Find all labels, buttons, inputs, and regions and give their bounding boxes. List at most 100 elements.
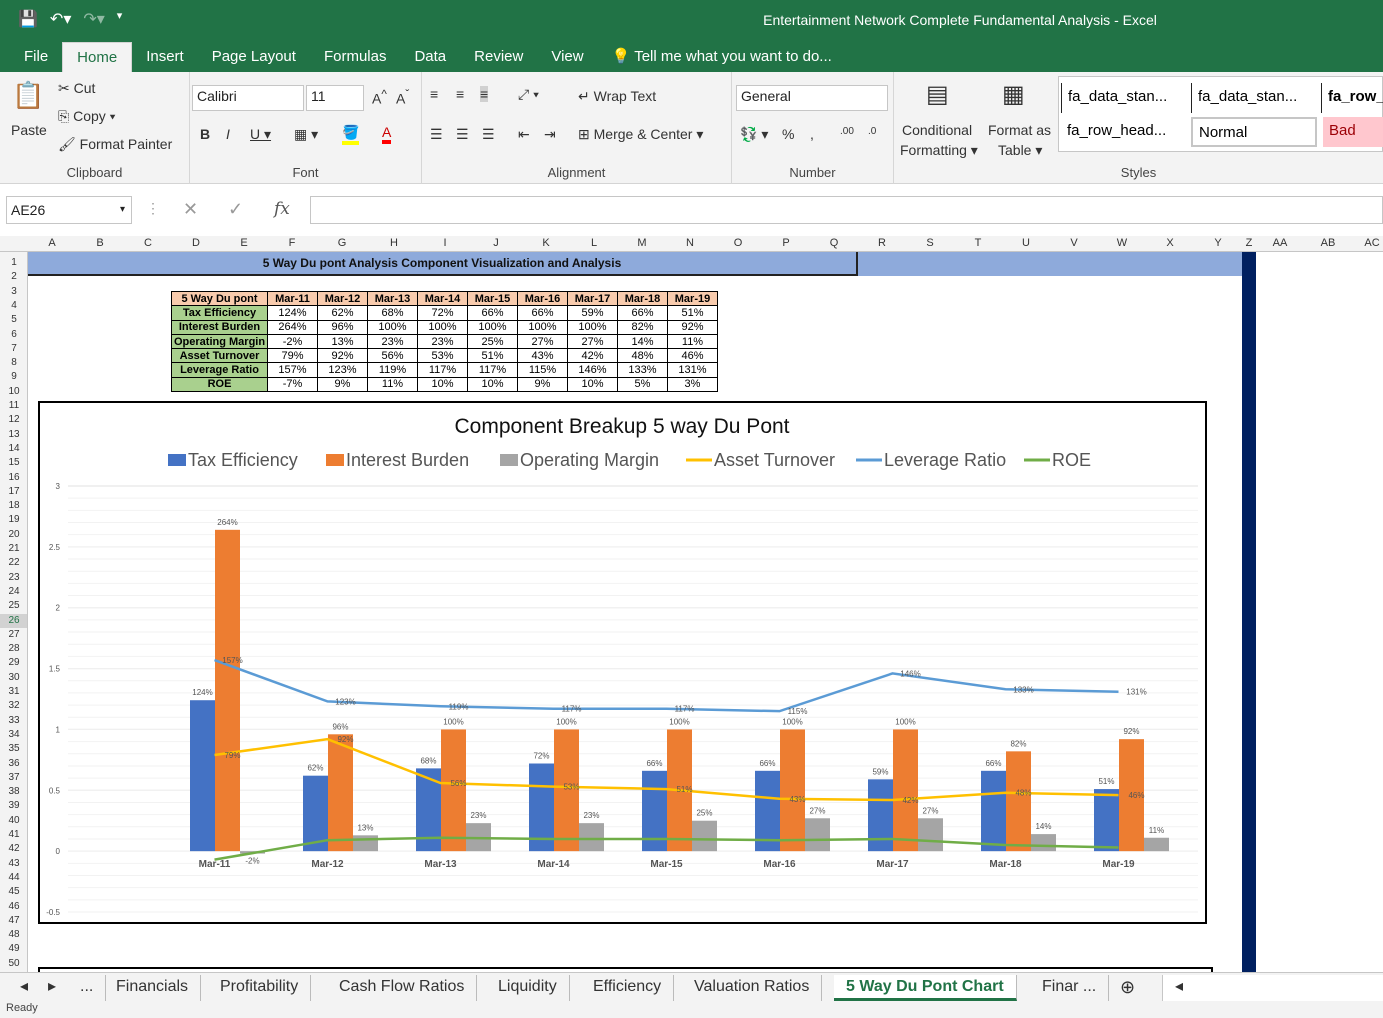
table-cell[interactable]: 66% (467, 305, 518, 321)
name-box[interactable]: AE26 ▾ (6, 196, 132, 224)
table-cell[interactable]: 10% (417, 376, 468, 393)
sheet-tab-more[interactable]: ... (68, 975, 107, 1001)
font-size-select[interactable]: 11 (306, 85, 364, 111)
column-header[interactable]: A (28, 237, 76, 249)
table-cell[interactable]: 119% (367, 362, 418, 378)
tab-view[interactable]: View (537, 42, 597, 72)
sheet-tab-5-way-du-pont-chart[interactable]: 5 Way Du Pont Chart (834, 975, 1017, 1001)
table-cell[interactable]: 10% (467, 376, 518, 393)
row-header[interactable]: 29 (0, 656, 27, 670)
row-header[interactable]: 27 (0, 628, 27, 642)
row-header[interactable]: 3 (0, 285, 27, 299)
table-cell[interactable]: 117% (467, 362, 518, 378)
column-header[interactable]: W (1098, 237, 1146, 249)
table-cell[interactable]: 9% (317, 376, 368, 393)
format-as-table-button[interactable]: Format as (988, 122, 1051, 138)
table-cell[interactable]: 131% (667, 362, 718, 378)
column-header[interactable]: H (368, 237, 420, 249)
row-header[interactable]: 50 (0, 957, 27, 971)
save-icon[interactable]: 💾 (18, 9, 38, 29)
column-header[interactable]: U (1002, 237, 1050, 249)
paste-icon[interactable]: 📋 (12, 80, 44, 111)
table-header-cell[interactable]: Mar-18 (617, 290, 668, 307)
table-header-cell[interactable]: Mar-11 (267, 290, 318, 307)
column-header[interactable]: O (714, 237, 762, 249)
row-header[interactable]: 42 (0, 842, 27, 856)
sheet-tab-liquidity[interactable]: Liquidity (486, 975, 570, 1001)
row-header[interactable]: 11 (0, 399, 27, 413)
table-cell[interactable]: 56% (367, 348, 418, 364)
column-header[interactable]: I (420, 237, 470, 249)
table-cell[interactable]: 25% (467, 333, 518, 350)
table-cell[interactable]: 51% (467, 348, 518, 364)
row-header[interactable]: 38 (0, 785, 27, 799)
row-header[interactable]: 5 (0, 313, 27, 327)
increase-indent-icon[interactable]: ⇥ (544, 126, 556, 143)
row-header[interactable]: 24 (0, 585, 27, 599)
style-fa-data-standard-1[interactable]: fa_data_stan... (1061, 83, 1185, 113)
format-painter-button[interactable]: 🖌 Format Painter (58, 136, 172, 153)
table-cell[interactable]: 72% (417, 305, 468, 321)
table-cell[interactable]: 68% (367, 305, 418, 321)
row-header[interactable]: 18 (0, 499, 27, 513)
number-format-select[interactable]: General (736, 85, 888, 111)
table-header-cell[interactable]: 5 Way Du pont (171, 290, 268, 307)
table-cell[interactable]: -2% (267, 333, 318, 350)
table-cell[interactable]: 3% (667, 376, 718, 393)
next-sheet-icon[interactable]: ▸ (42, 975, 62, 1001)
customize-qat-icon[interactable]: ▾ (117, 9, 123, 29)
column-header[interactable]: J (470, 237, 522, 249)
row-header[interactable]: 22 (0, 556, 27, 570)
tell-me-box[interactable]: 💡 Tell me what you want to do... (598, 42, 846, 72)
table-cell[interactable]: Operating Margin (171, 333, 268, 350)
table-cell[interactable]: 100% (517, 319, 568, 335)
sheet-tab-efficiency[interactable]: Efficiency (581, 975, 675, 1001)
shrink-font-icon[interactable]: Aˇ (396, 88, 409, 107)
table-cell[interactable]: 11% (667, 333, 718, 350)
row-header[interactable]: 41 (0, 828, 27, 842)
format-as-table-button-2[interactable]: Table ▾ (998, 142, 1042, 159)
prev-sheet-icon[interactable]: ◂ (14, 975, 34, 1001)
formula-input[interactable] (310, 196, 1383, 224)
row-header[interactable]: 15 (0, 456, 27, 470)
table-cell[interactable]: 146% (567, 362, 618, 378)
table-cell[interactable]: 23% (417, 333, 468, 350)
row-header[interactable]: 49 (0, 942, 27, 956)
row-header[interactable]: 28 (0, 642, 27, 656)
row-header[interactable]: 43 (0, 857, 27, 871)
table-cell[interactable]: 14% (617, 333, 668, 350)
merge-center-button[interactable]: ⊞ Merge & Center ▾ (578, 126, 703, 143)
style-fa-data-standard-2[interactable]: fa_data_stan... (1191, 83, 1315, 113)
horizontal-scrollbar[interactable]: ◂ (1162, 975, 1383, 1001)
column-header[interactable]: N (666, 237, 714, 249)
conditional-formatting-button[interactable]: Conditional (902, 122, 972, 138)
decrease-decimal-icon[interactable]: .0 (868, 126, 876, 137)
decrease-indent-icon[interactable]: ⇤ (518, 126, 530, 143)
row-header[interactable]: 44 (0, 871, 27, 885)
table-header-cell[interactable]: Mar-14 (417, 290, 468, 307)
column-header[interactable]: Y (1194, 237, 1242, 249)
add-sheet-icon[interactable]: ⊕ (1108, 975, 1147, 1001)
table-cell[interactable]: 124% (267, 305, 318, 321)
row-header[interactable]: 37 (0, 771, 27, 785)
table-cell[interactable]: 92% (317, 348, 368, 364)
column-header[interactable]: R (858, 237, 906, 249)
tab-review[interactable]: Review (460, 42, 537, 72)
orientation-icon[interactable]: ⤢ ▾ (518, 86, 539, 103)
table-cell[interactable]: 10% (567, 376, 618, 393)
column-header[interactable]: C (124, 237, 172, 249)
comma-icon[interactable]: , (810, 126, 814, 142)
tab-home[interactable]: Home (62, 42, 133, 72)
table-cell[interactable]: 11% (367, 376, 418, 393)
table-cell[interactable]: Tax Efficiency (171, 305, 268, 321)
table-cell[interactable]: 115% (517, 362, 568, 378)
style-fa-row[interactable]: fa_row_ (1321, 83, 1383, 113)
tab-page-layout[interactable]: Page Layout (198, 42, 310, 72)
row-header[interactable]: 7 (0, 342, 27, 356)
sheet-tab-financials[interactable]: Financials (104, 975, 202, 1001)
align-center-icon[interactable]: ☰ (456, 126, 469, 143)
table-cell[interactable]: 53% (417, 348, 468, 364)
column-header[interactable]: B (76, 237, 124, 249)
table-cell[interactable]: ROE (171, 376, 268, 393)
table-cell[interactable]: 117% (417, 362, 468, 378)
